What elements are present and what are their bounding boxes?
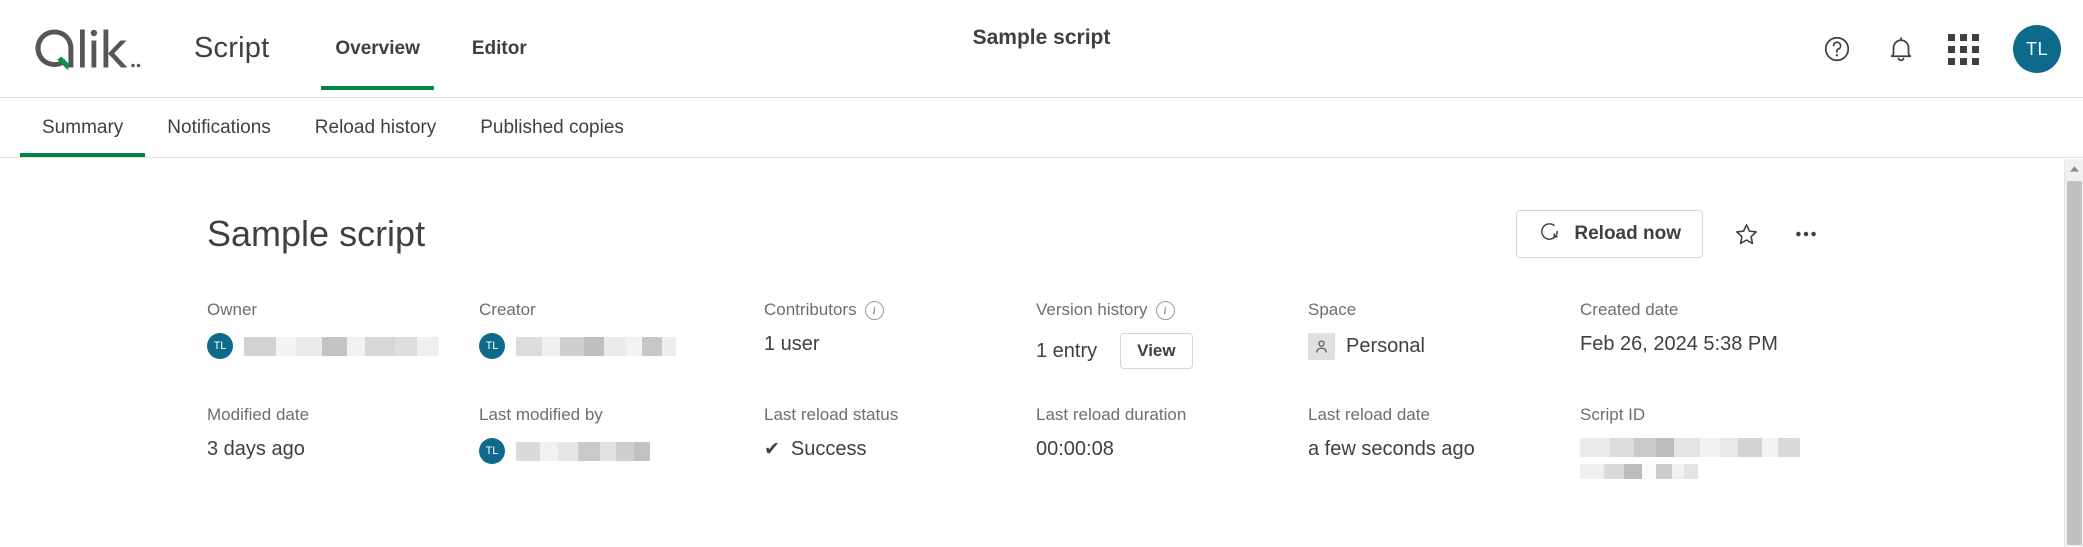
meta-owner-label: Owner (207, 300, 258, 319)
tab-reload-history-label: Reload history (314, 116, 437, 138)
creator-avatar: TL (479, 333, 505, 359)
last-modified-by-avatar: TL (479, 438, 505, 464)
meta-last-modified-by: Last modified by TL (479, 405, 764, 479)
top-header: Script Overview Editor Sample script TL (0, 0, 2083, 98)
meta-last-reload-date: Last reload date a few seconds ago (1308, 405, 1580, 479)
creator-avatar-initials: TL (485, 340, 499, 352)
meta-last-reload-duration: Last reload duration 00:00:08 (1036, 405, 1308, 479)
tab-reload-history[interactable]: Reload history (293, 98, 458, 157)
meta-last-reload-status-value: ✔ Success (764, 438, 1036, 461)
user-avatar-initials: TL (2025, 38, 2048, 59)
meta-script-id-label: Script ID (1580, 405, 1646, 424)
meta-last-reload-status: Last reload status ✔ Success (764, 405, 1036, 479)
app-name: Script (194, 32, 270, 64)
meta-created-date-value: Feb 26, 2024 5:38 PM (1580, 333, 1778, 355)
meta-modified-date-label: Modified date (207, 405, 310, 424)
meta-version-history-label: Version history i (1036, 300, 1308, 320)
view-version-history-button[interactable]: View (1120, 333, 1193, 369)
apps-grid-icon[interactable] (1948, 33, 1979, 65)
main-tab-overview-label: Overview (335, 37, 420, 59)
meta-modified-date: Modified date 3 days ago (207, 405, 479, 479)
main-tab-list: Overview Editor (309, 0, 552, 98)
meta-creator-value: TL (479, 333, 764, 359)
meta-version-history-value: 1 entry View (1036, 333, 1308, 369)
content-area: Sample script Reload now Owner TL Creato… (0, 158, 2083, 546)
meta-last-reload-duration-value: 00:00:08 (1036, 438, 1114, 460)
main-tab-editor[interactable]: Editor (446, 0, 553, 98)
meta-creator-label: Creator (479, 300, 536, 319)
tab-notifications-label: Notifications (167, 116, 271, 138)
meta-last-reload-duration-label: Last reload duration (1036, 405, 1187, 424)
tab-notifications[interactable]: Notifications (145, 98, 293, 157)
meta-space: Space Personal (1308, 300, 1580, 369)
meta-script-id: Script ID (1580, 405, 2083, 479)
meta-contributors-value: 1 user (764, 333, 820, 355)
reload-now-button[interactable]: Reload now (1516, 210, 1703, 258)
reload-now-label: Reload now (1574, 223, 1681, 244)
help-icon[interactable] (1820, 32, 1854, 66)
meta-script-id-value (1580, 438, 2083, 479)
page-actions: Reload now (1516, 210, 1823, 258)
main-tab-editor-label: Editor (471, 37, 527, 59)
last-reload-status-text: Success (790, 438, 867, 460)
meta-space-label: Space (1308, 300, 1357, 319)
star-icon[interactable] (1729, 217, 1763, 251)
qlik-logo[interactable] (28, 23, 156, 75)
creator-name-redacted (516, 336, 676, 356)
last-modified-by-redacted (516, 441, 650, 461)
meta-last-reload-date-label: Last reload date (1308, 405, 1430, 424)
script-id-redacted (1580, 438, 1800, 479)
scrollbar-thumb[interactable] (2067, 181, 2082, 545)
owner-name-redacted (244, 336, 439, 356)
meta-created-date-label: Created date (1580, 300, 1679, 319)
tab-published-copies[interactable]: Published copies (458, 98, 646, 157)
meta-last-modified-by-value: TL (479, 438, 764, 464)
owner-avatar-initials: TL (213, 340, 227, 352)
meta-creator: Creator TL (479, 300, 764, 369)
bell-icon[interactable] (1884, 32, 1918, 66)
space-name: Personal (1346, 335, 1425, 357)
vertical-scrollbar[interactable] (2064, 159, 2083, 547)
app-root: Script Overview Editor Sample script TL … (0, 0, 2083, 547)
meta-last-reload-date-value: a few seconds ago (1308, 438, 1475, 460)
person-icon (1308, 333, 1335, 360)
meta-last-modified-by-label: Last modified by (479, 405, 603, 424)
metadata-grid: Owner TL Creator TL Contributors i 1 use… (207, 300, 2083, 479)
tab-summary-label: Summary (42, 116, 124, 138)
contributors-info-icon[interactable]: i (864, 300, 884, 320)
page-title: Sample script (207, 213, 426, 254)
reload-icon (1538, 220, 1561, 249)
tab-summary[interactable]: Summary (20, 98, 146, 157)
meta-version-history-label-text: Version history (1036, 300, 1148, 319)
version-history-count: 1 entry (1036, 339, 1098, 362)
scroll-up-arrow-icon[interactable] (2065, 159, 2083, 178)
owner-avatar: TL (207, 333, 233, 359)
meta-last-reload-status-label: Last reload status (764, 405, 899, 424)
meta-owner: Owner TL (207, 300, 479, 369)
meta-contributors-label-text: Contributors (764, 300, 857, 319)
header-actions: TL (1820, 0, 2061, 98)
meta-version-history: Version history i 1 entry View (1036, 300, 1308, 369)
main-tab-overview[interactable]: Overview (309, 0, 446, 98)
meta-space-value: Personal (1308, 333, 1580, 360)
meta-created-date: Created date Feb 26, 2024 5:38 PM (1580, 300, 2083, 369)
tab-published-copies-label: Published copies (480, 116, 624, 138)
meta-contributors-label: Contributors i (764, 300, 1036, 320)
meta-owner-value: TL (207, 333, 479, 359)
title-row: Sample script Reload now (207, 206, 2083, 262)
ellipsis-icon[interactable] (1789, 217, 1823, 251)
sub-tab-list: Summary Notifications Reload history Pub… (0, 98, 2083, 158)
meta-modified-date-value: 3 days ago (207, 438, 305, 460)
meta-contributors: Contributors i 1 user (764, 300, 1036, 369)
last-modified-by-avatar-initials: TL (485, 445, 499, 457)
version-history-info-icon[interactable]: i (1155, 300, 1175, 320)
user-avatar[interactable]: TL (2013, 25, 2061, 73)
check-icon: ✔ (764, 439, 780, 460)
